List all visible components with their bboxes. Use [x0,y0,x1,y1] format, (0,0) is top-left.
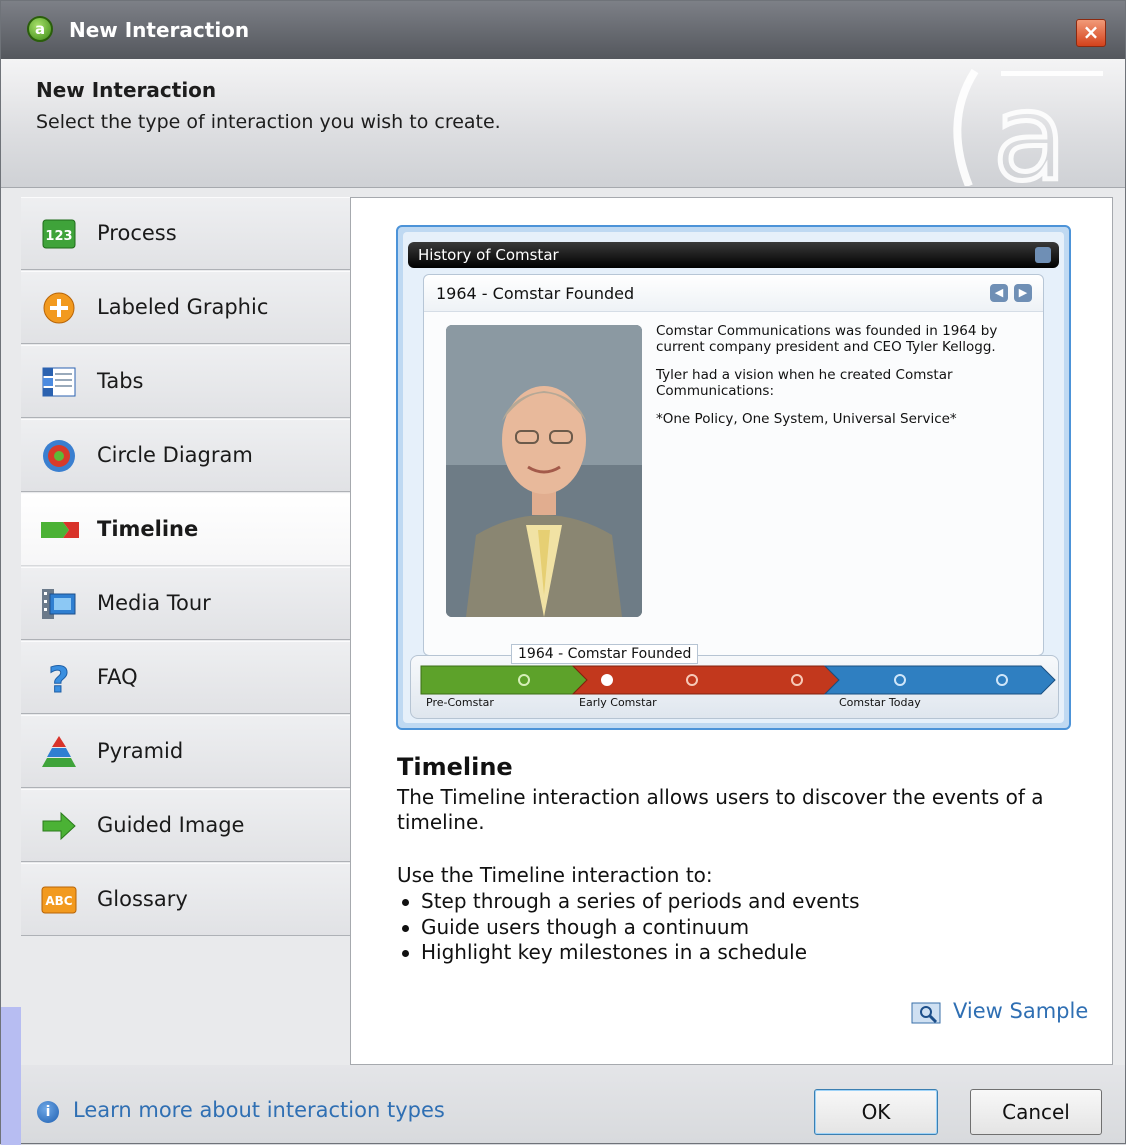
header-title: New Interaction [36,78,217,102]
close-button[interactable]: × [1076,19,1106,47]
sidebar-item-timeline[interactable]: Timeline [21,493,361,566]
sidebar-item-circle-diagram[interactable]: Circle Diagram [21,419,350,492]
sidebar-item-label: Tabs [97,369,144,393]
sidebar-item-faq[interactable]: ? FAQ [21,641,350,714]
circle-diagram-icon [41,438,77,474]
preview-paragraph: Comstar Communications was founded in 19… [656,323,998,355]
description-use-intro: Use the Timeline interaction to: [397,863,713,887]
interaction-description-title: Timeline [397,753,513,781]
preview-event-title: 1964 - Comstar Founded [436,284,635,303]
sidebar-item-label: Pyramid [97,739,184,763]
window-title: New Interaction [69,18,250,42]
sidebar-item-label: Process [97,221,177,245]
pyramid-icon [41,734,77,770]
process-123-icon: 123 [41,216,77,252]
next-arrow-icon: ▶ [1014,284,1032,302]
sidebar-item-label: Circle Diagram [97,443,253,467]
preview-paragraph: *One Policy, One System, Universal Servi… [656,411,957,427]
description-text: The Timeline interaction allows users to… [397,785,1044,834]
svg-text:ABC: ABC [45,894,72,908]
view-sample-label: View Sample [953,999,1089,1023]
new-interaction-dialog: a New Interaction × New Interaction Sele… [0,0,1126,1145]
interaction-description-body: The Timeline interaction allows users to… [397,785,1097,835]
preview-paragraph: Tyler had a vision when he created Comst… [656,367,953,399]
magnifier-screen-icon [911,1002,941,1024]
ceo-portrait-image [446,325,642,617]
info-icon: i [37,1101,59,1123]
svg-text:?: ? [49,660,70,700]
list-item: Guide users though a continuum [397,915,860,941]
learn-more-label: Learn more about interaction types [73,1098,445,1122]
timeline-bar: 1964 - Comstar Founded Pre-Comstar Early… [410,644,1059,719]
ok-button[interactable]: OK [814,1089,938,1135]
sidebar-item-label: Glossary [97,887,188,911]
green-arrow-icon [41,808,77,844]
preview-close-icon [1035,247,1051,263]
svg-text:123: 123 [45,229,72,244]
svg-text:a: a [993,69,1067,186]
timeline-arrows-icon [41,512,79,548]
preview-window-title: History of Comstar [418,246,559,264]
preview-frame: History of Comstar 1964 - Comstar Founde… [403,232,1064,723]
sidebar-item-label: Guided Image [97,813,245,837]
sidebar-item-glossary[interactable]: ABC Glossary [21,863,350,936]
list-item: Highlight key milestones in a schedule [397,940,860,966]
sidebar-item-guided-image[interactable]: Guided Image [21,789,350,862]
sidebar-item-label: Timeline [97,517,199,541]
abc-glossary-icon: ABC [41,882,77,918]
app-logo-icon: a [27,16,53,42]
sidebar-item-label: FAQ [97,665,138,689]
timeline-tooltip: 1964 - Comstar Founded [511,644,699,664]
brand-logo-icon: a [923,61,1123,186]
timeline-period-label: Comstar Today [839,696,921,709]
title-bar: a New Interaction × [1,1,1125,59]
tabs-icon [41,364,77,400]
preview-event-header: 1964 - Comstar Founded ◀ ▶ [424,275,1043,312]
sidebar-item-pyramid[interactable]: Pyramid [21,715,350,788]
header-subtitle: Select the type of interaction you wish … [36,111,501,133]
timeline-period-label: Pre-Comstar [426,696,494,709]
media-tour-filmstrip-icon [41,586,77,622]
description-bullet-list: Step through a series of periods and eve… [397,889,860,966]
interaction-type-list: 123 Process Labeled Graphic Tabs Circle … [21,197,361,939]
sidebar-item-label: Labeled Graphic [97,295,269,319]
sidebar-item-process[interactable]: 123 Process [21,197,350,270]
previous-arrow-icon: ◀ [990,284,1008,302]
background-strip [1,1007,21,1145]
sidebar-item-media-tour[interactable]: Media Tour [21,567,350,640]
labeled-graphic-plus-icon [41,290,77,326]
cancel-button[interactable]: Cancel [970,1089,1102,1135]
question-mark-icon: ? [41,660,77,702]
timeline-preview: History of Comstar 1964 - Comstar Founde… [396,225,1071,730]
sidebar-item-labeled-graphic[interactable]: Labeled Graphic [21,271,350,344]
sidebar-item-label: Media Tour [97,591,211,615]
sidebar-item-tabs[interactable]: Tabs [21,345,350,418]
list-item: Step through a series of periods and eve… [397,889,860,915]
preview-event-text: Comstar Communications was founded in 19… [656,323,1036,439]
timeline-period-label: Early Comstar [579,696,657,709]
preview-event-card: 1964 - Comstar Founded ◀ ▶ Comstar Commu… [423,274,1044,656]
preview-title-bar: History of Comstar [408,242,1059,268]
